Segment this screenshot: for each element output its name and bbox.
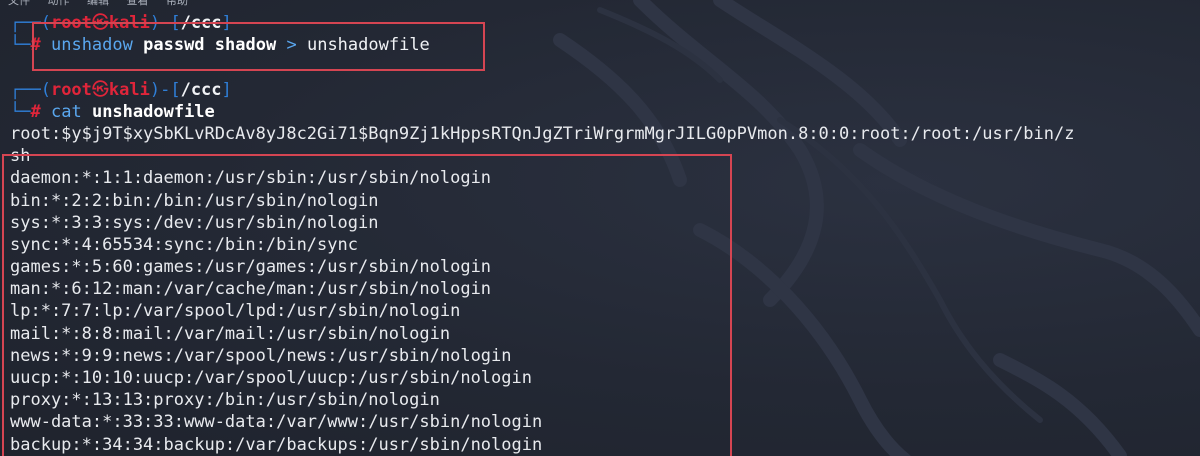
output-line: sync:*:4:65534:sync:/bin:/bin/sync (10, 234, 358, 255)
output-line: news:*:9:9:news:/var/spool/news:/usr/sbi… (10, 345, 512, 366)
prompt-user: root (50, 13, 92, 33)
prompt-corner-top: ┌──( (10, 13, 51, 33)
prompt-host: kali (108, 79, 150, 100)
output-line: lp:*:7:7:lp:/var/spool/lpd:/usr/sbin/nol… (10, 301, 461, 322)
terminal-window[interactable]: 文件 动作 编辑 查看 帮助 ┌──(root㉿kali)-[/ccc] └─#… (0, 0, 1200, 456)
command-name: cat (50, 101, 82, 122)
prompt-bracket-close: ] (221, 13, 232, 33)
prompt-corner-bottom: └─ (10, 101, 31, 122)
output-line: root:$y$j9T$xySbKLvRDcAv8yJ8c2Gi71$Bqn9Z… (10, 123, 1075, 144)
output-line: man:*:6:12:man:/var/cache/man:/usr/sbin/… (10, 279, 492, 300)
prompt-bracket-close: ] (221, 79, 232, 100)
prompt-header: ┌──(root㉿kali)-[/ccc] (10, 79, 1190, 101)
output-line: daemon:*:1:1:daemon:/usr/sbin:/usr/sbin/… (10, 168, 492, 189)
prompt-path: /ccc (180, 13, 222, 33)
prompt-host: kali (108, 13, 150, 33)
prompt-hash: # (30, 35, 41, 56)
command-arg: unshadowfile (306, 35, 430, 56)
command-arg: passwd (143, 35, 205, 56)
output-line: uucp:*:10:10:uucp:/var/spool/uucp:/usr/s… (10, 368, 532, 388)
prompt-hash: # (30, 101, 41, 122)
command-line: └─# cat unshadowfile (10, 101, 1190, 123)
menu-item-edit[interactable]: 编辑 (87, 0, 109, 6)
output-line: www-data:*:33:33:www-data:/var/www:/usr/… (10, 412, 543, 433)
output-line: proxy:*:13:13:proxy:/bin:/usr/sbin/nolog… (10, 390, 440, 411)
output-line: backup:*:34:34:backup:/var/backups:/usr/… (10, 434, 543, 455)
command-arg: shadow (214, 35, 277, 56)
menu-item-help[interactable]: 帮助 (166, 0, 188, 6)
prompt-at-icon: ㉿ (91, 79, 109, 100)
prompt-path: /ccc (180, 79, 222, 100)
menu-item-action[interactable]: 动作 (48, 0, 70, 6)
redirect-operator: > (286, 35, 297, 56)
menu-item-file[interactable]: 文件 (8, 0, 30, 6)
output-line: mail:*:8:8:mail:/var/mail:/usr/sbin/nolo… (10, 323, 451, 344)
prompt-header: ┌──(root㉿kali)-[/ccc] (10, 12, 1190, 34)
prompt-separator: )-[ (149, 13, 181, 33)
command-line: └─# unshadow passwd shadow > unshadowfil… (10, 34, 1190, 56)
output-line: sys:*:3:3:sys:/dev:/usr/sbin/nologin (10, 212, 379, 233)
prompt-at-icon: ㉿ (91, 13, 109, 33)
terminal-output[interactable]: ┌──(root㉿kali)-[/ccc] └─# unshadow passw… (10, 12, 1190, 456)
menu-item-view[interactable]: 查看 (127, 0, 149, 6)
prompt-user: root (50, 79, 92, 100)
command-name: unshadow (50, 35, 133, 56)
output-line: bin:*:2:2:bin:/bin:/usr/sbin/nologin (10, 190, 379, 211)
command-arg: unshadowfile (91, 101, 215, 122)
prompt-corner-top: ┌──( (10, 79, 51, 100)
menu-bar: 文件 动作 编辑 查看 帮助 (8, 0, 202, 6)
prompt-corner-bottom: └─ (10, 35, 31, 56)
output-line: sh (10, 146, 31, 167)
output-line: games:*:5:60:games:/usr/games:/usr/sbin/… (10, 257, 492, 278)
prompt-separator: )-[ (149, 79, 181, 100)
